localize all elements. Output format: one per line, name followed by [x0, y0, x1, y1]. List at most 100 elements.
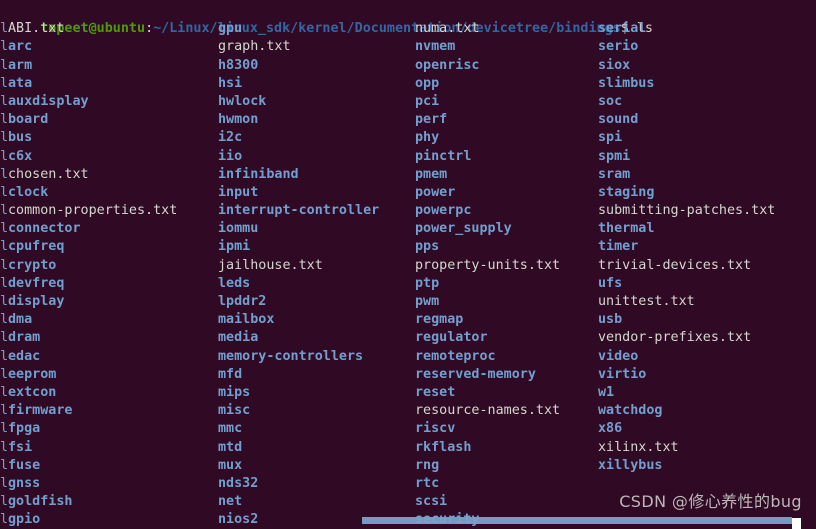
crop-sliver-char: l	[0, 221, 8, 237]
ls-entry: trivial-devices.txt	[598, 257, 752, 273]
crop-sliver-char: l	[0, 93, 8, 109]
ls-entry: extcon	[8, 384, 57, 400]
ls-entry: fuse	[8, 457, 41, 473]
crop-sliver-char: l	[0, 148, 8, 164]
ls-entry: pinctrl	[415, 148, 472, 164]
ls-entry: devfreq	[8, 275, 65, 291]
ls-entry: arm	[8, 57, 33, 73]
ls-entry: usb	[598, 312, 623, 328]
ls-entry: reserved-memory	[415, 366, 536, 382]
ls-entry: perf	[415, 112, 448, 128]
ls-entry: mfd	[218, 366, 243, 382]
ls-entry: goldfish	[8, 494, 73, 510]
ls-entry: memory-controllers	[218, 348, 364, 364]
ls-entry: mmc	[218, 421, 243, 437]
ls-entry: media	[218, 330, 259, 346]
ls-entry: staging	[598, 184, 655, 200]
ls-entry: spi	[598, 130, 623, 146]
ls-entry: sram	[598, 166, 631, 182]
crop-sliver-char: l	[0, 475, 8, 491]
ls-entry: cpufreq	[8, 239, 65, 255]
ls-entry: pps	[415, 239, 440, 255]
crop-sliver-char: l	[0, 130, 8, 146]
crop-sliver-char: l	[0, 403, 8, 419]
ls-entry: connector	[8, 221, 81, 237]
ls-entry: pmem	[415, 166, 448, 182]
ls-entry: bus	[8, 130, 33, 146]
ls-entry: mips	[218, 384, 251, 400]
ls-entry: siox	[598, 57, 631, 73]
ls-entry: timer	[598, 239, 639, 255]
crop-sliver-char: l	[0, 384, 8, 400]
left-crop-sliver: lllllllllllllllllllllllllllll	[0, 20, 8, 529]
ls-entry: auxdisplay	[8, 93, 89, 109]
ls-entry: powerpc	[415, 203, 472, 219]
ls-entry: unittest.txt	[598, 294, 695, 309]
ls-entry: board	[8, 112, 49, 128]
crop-sliver-char: l	[0, 57, 8, 73]
ls-entry: fsi	[8, 439, 33, 455]
crop-sliver-char: l	[0, 239, 8, 255]
crop-sliver-char: l	[0, 366, 8, 382]
ls-entry: chosen.txt	[8, 166, 89, 182]
ls-entry: iio	[218, 148, 243, 164]
ls-entry: ata	[8, 75, 33, 91]
ls-entry: pwm	[415, 294, 440, 309]
ls-entry: mux	[218, 457, 243, 473]
ls-column-1: ABI.txt arc arm ata auxdisplay board bus c6x cho…	[8, 20, 177, 529]
ls-column-4: serial serio siox slimbus soc sound spi spmi sra…	[598, 20, 775, 475]
crop-sliver-char: l	[0, 166, 8, 182]
crop-sliver-char: l	[0, 203, 8, 219]
terminal-window[interactable]: lllllllllllllllllllllllllllll topeet@ubu…	[0, 0, 816, 529]
ls-entry: leds	[218, 275, 251, 291]
crop-sliver-char: l	[0, 330, 8, 346]
ls-entry: opp	[415, 75, 440, 91]
ls-entry: vendor-prefixes.txt	[598, 330, 752, 346]
ls-entry: w1	[598, 384, 615, 400]
ls-entry: input	[218, 184, 259, 200]
ls-entry: net	[218, 494, 243, 510]
ls-entry: gpu	[218, 21, 243, 37]
ls-entry: rtc	[415, 475, 440, 491]
ls-entry: serial	[598, 21, 647, 37]
ls-entry: firmware	[8, 403, 73, 419]
crop-sliver-char: l	[0, 21, 8, 37]
ls-entry: dma	[8, 312, 33, 328]
ls-entry: scsi	[415, 494, 448, 510]
crop-sliver-char: l	[0, 39, 8, 55]
ls-entry: clock	[8, 184, 49, 200]
ls-entry: thermal	[598, 221, 655, 237]
ls-column-3: numa.txt nvmem openrisc opp pci perf phy pinctr…	[415, 20, 560, 529]
ls-entry: display	[8, 294, 65, 309]
ls-entry: edac	[8, 348, 41, 364]
prompt-line: topeet@ubuntu:~/Linux/linux_sdk/kernel/D…	[0, 2, 816, 36]
bottom-prompt-line: topeet@ubuntu:~/Linux/linux_sdk/kernel/D…	[0, 520, 816, 529]
ls-entry: resource-names.txt	[415, 403, 561, 419]
ls-entry: nvmem	[415, 39, 456, 55]
ls-entry: spmi	[598, 148, 631, 164]
ls-entry: phy	[415, 130, 440, 146]
ls-entry: arc	[8, 39, 33, 55]
csdn-watermark: CSDN @修心养性的bug	[619, 492, 802, 511]
ls-entry: c6x	[8, 148, 33, 164]
ls-entry: rng	[415, 457, 440, 473]
ls-entry: jailhouse.txt	[218, 257, 323, 273]
ls-entry: sound	[598, 112, 639, 128]
ls-entry: misc	[218, 403, 251, 419]
ls-entry: riscv	[415, 421, 456, 437]
ls-entry: dram	[8, 330, 41, 346]
ls-entry: hsi	[218, 75, 243, 91]
ls-entry: interrupt-controller	[218, 203, 380, 219]
ls-entry: iommu	[218, 221, 259, 237]
ls-entry: rkflash	[415, 439, 472, 455]
ls-entry: i2c	[218, 130, 243, 146]
ls-entry: power_supply	[415, 221, 512, 237]
crop-sliver-char: l	[0, 494, 8, 510]
ls-entry: gnss	[8, 475, 41, 491]
ls-entry: regulator	[415, 330, 488, 346]
ls-entry: mtd	[218, 439, 243, 455]
crop-sliver-char: l	[0, 439, 8, 455]
ls-entry: numa.txt	[415, 21, 480, 37]
crop-sliver-char: l	[0, 257, 8, 273]
ls-entry: reset	[415, 384, 456, 400]
